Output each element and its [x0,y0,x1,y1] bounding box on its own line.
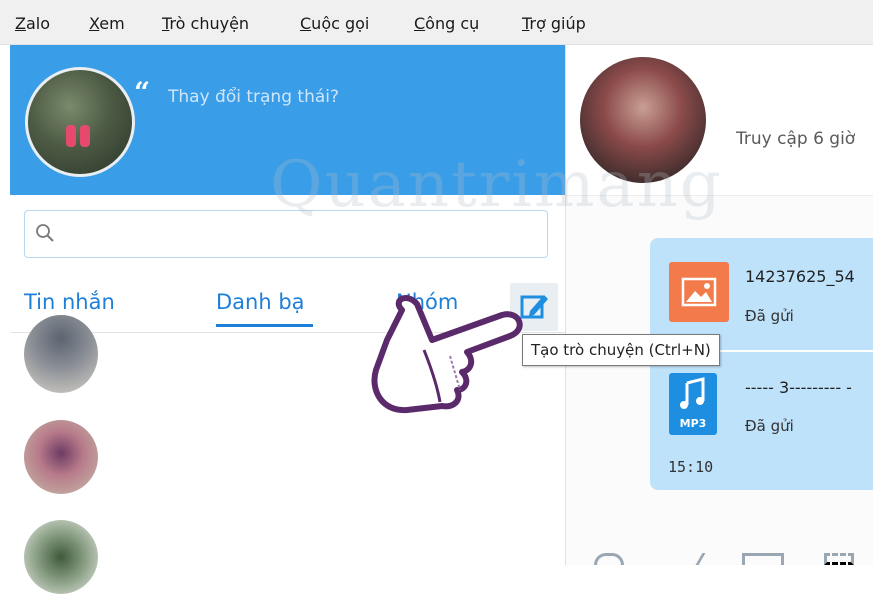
file-name[interactable]: ----- 3--------- - [745,378,852,397]
sent-status: Đã gửi [745,307,794,325]
menu-chat[interactable]: Trò chuyện [162,14,249,33]
menu-help[interactable]: Trợ giúp [522,14,586,33]
contact-avatar[interactable] [24,420,98,494]
message-time: 15:10 [668,458,714,476]
mp3-file-icon[interactable]: MP3 [669,373,717,435]
watermark: Quantrimang [270,148,723,222]
tab-contacts[interactable]: Danh bạ [216,290,305,314]
file-name[interactable]: 14237625_54 [745,267,855,286]
sent-status: Đã gửi [745,417,794,435]
sticker-icon[interactable] [594,553,624,565]
pointing-hand-icon [371,295,523,414]
chat-panel: Truy cập 6 giờ 14237625_54 Đã gửi MP3 --… [565,45,873,565]
quote-icon: “ [134,76,151,109]
contact-avatar[interactable] [24,520,98,594]
my-avatar[interactable] [25,67,135,177]
active-tab-indicator [216,324,313,327]
menu-view[interactable]: Xem [89,14,125,33]
avatar-detail [66,125,76,147]
compose-tooltip: Tạo trò chuyện (Ctrl+N) [522,334,720,366]
attach-icon[interactable] [668,553,706,565]
menu-zalo[interactable]: Zalo [15,14,50,33]
menu-call[interactable]: Cuộc gọi [300,14,369,33]
image-icon[interactable] [742,553,784,565]
menu-bar: Zalo Xem Trò chuyện Cuộc gọi Công cụ Trợ… [0,0,873,45]
status-input[interactable]: Thay đổi trạng thái? [168,87,339,107]
search-icon [36,224,54,242]
menu-tools[interactable]: Công cụ [414,14,479,33]
mp3-label: MP3 [679,417,707,430]
last-seen-status: Truy cập 6 giờ [736,129,856,149]
avatar-detail [80,125,90,147]
image-file-icon[interactable] [669,262,729,322]
screenshot-icon[interactable] [824,553,854,565]
tab-messages[interactable]: Tin nhắn [24,290,115,314]
contact-avatar[interactable] [24,315,98,393]
